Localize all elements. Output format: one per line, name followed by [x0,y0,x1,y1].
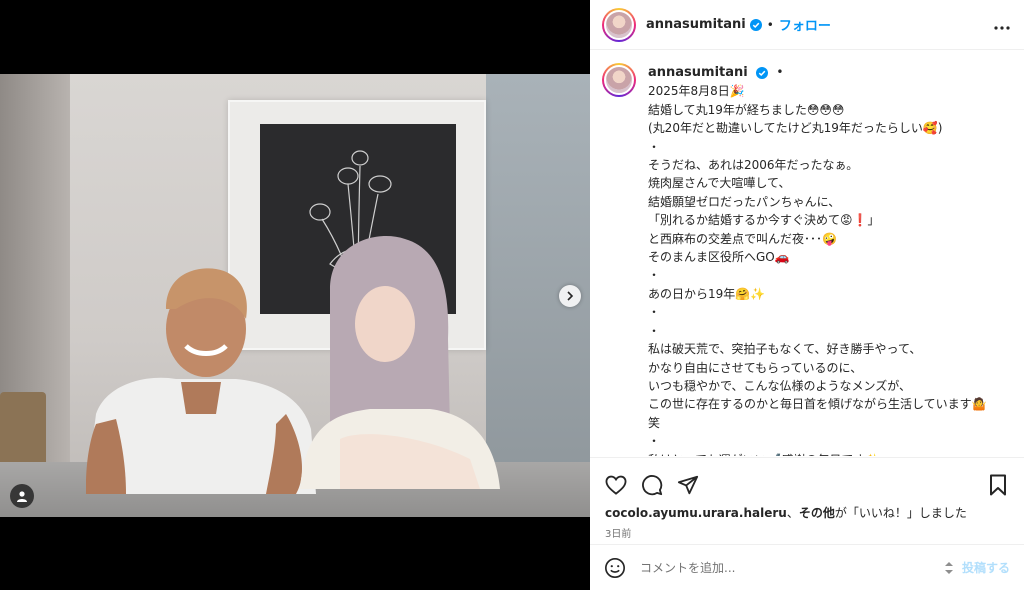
share-button[interactable] [676,473,700,497]
caption-line: ・ [648,305,661,320]
likes-separator: 、 [786,506,799,520]
caption-text: 2025年8月8日🎉 結婚して丸19年が経ちました😳😳😳 (丸20年だと勘違いしてた… [648,82,1008,456]
caption-line: 「別れるか結婚するか今すぐ決めて😡❗」 [648,213,880,228]
verified-badge-icon [755,66,768,79]
photo-woman [300,236,500,489]
emoji-icon[interactable] [604,557,626,579]
caption-line: と西麻布の交差点で叫んだ夜･･･🤪 [648,231,837,246]
likes-summary: cocolo.ayumu.urara.haleru、その他が「いいね！」しました [590,502,1024,521]
action-bar [590,458,1024,502]
caption-line: そのまんま区役所へGO🚗 [648,250,790,265]
like-button[interactable] [604,473,628,497]
caption-line: 2025年8月8日🎉 [648,84,745,99]
caption-line: 私はとっても運がいい💅感謝の毎日です✨ [648,451,1008,456]
more-options-button[interactable] [994,14,1010,35]
comment-button[interactable] [640,473,664,497]
verified-badge-icon [749,18,762,31]
caption-line: 笑 [648,415,661,430]
caption-line: ・ [648,139,661,154]
caption-line: (丸20年だと勘違いしてたけど丸19年だったらしい🥰) [648,121,943,136]
sort-arrows-icon [944,561,953,574]
caption-avatar-image [604,65,634,95]
photo-bag [0,392,46,472]
liked-by-username[interactable]: cocolo.ayumu.urara.haleru [605,506,787,520]
caption-line: あの日から19年🤗✨ [648,286,766,301]
next-photo-button[interactable] [559,285,581,307]
caption-username[interactable]: annasumitani [648,65,748,80]
caption-comment: annasumitani • 2025年8月8日🎉 結婚して丸19年が経ちました😳… [590,51,1024,456]
caption-line: そうだね、あれは2006年だったなぁ。 [648,158,859,173]
caption-line: ・ [648,434,661,449]
caption-line: ・ [648,268,661,283]
post-actions-section: cocolo.ayumu.urara.haleru、その他が「いいね！」しました… [590,457,1024,590]
caption-line: この世に存在するのかと毎日首を傾げながら生活しています🤷 [648,397,987,412]
caption-line: いつも穏やかで、こんな仏様のようなメンズが、 [648,378,912,393]
user-tag-button[interactable] [10,484,34,508]
caption-line: 結婚して丸19年が経ちました😳😳😳 [648,102,845,117]
caption-body: annasumitani • 2025年8月8日🎉 結婚して丸19年が経ちました😳… [648,63,1008,456]
author-avatar[interactable] [602,7,636,42]
header-separator: • [766,17,774,32]
heart-icon [605,475,627,495]
post-side-panel: annasumitani • フォロー annasumitani • 2025年… [590,0,1024,590]
liked-by-others-link[interactable]: その他 [799,506,835,520]
post-header: annasumitani • フォロー [590,0,1024,50]
save-button[interactable] [986,473,1010,497]
comment-composer: 投稿する [590,544,1024,590]
post-media [0,0,590,590]
caption-author-avatar[interactable] [602,63,636,97]
caption-separator: • [776,65,784,79]
caption-line: 焼肉屋さんで大喧嘩して、 [648,176,791,191]
comment-input[interactable] [640,560,942,575]
caption-header: annasumitani • [648,63,1008,82]
user-tag-icon [17,491,27,502]
post-comment-button[interactable]: 投稿する [962,559,1010,576]
caption-line: かなり自由にさせてもらっているのに、 [648,360,863,375]
caption-line: 結婚願望ゼロだったパンちゃんに、 [648,194,841,209]
bookmark-icon [990,474,1006,496]
more-icon [994,26,1010,30]
caption-scroll-area[interactable]: annasumitani • 2025年8月8日🎉 結婚して丸19年が経ちました😳… [590,51,1024,456]
send-icon [677,475,699,495]
photo-man [86,268,316,494]
author-avatar-image [604,9,634,40]
post-timestamp[interactable]: 3日前 [590,521,1024,544]
caption-line: ・ [648,323,661,338]
chevron-right-icon [567,291,574,301]
comment-icon [642,475,663,496]
post-photo[interactable] [0,74,590,517]
follow-button[interactable]: フォロー [779,15,831,34]
caption-line: 私は破天荒で、突拍子もなくて、好き勝手やって、 [648,342,922,357]
likes-suffix: が「いいね！」しました [834,506,967,520]
author-username[interactable]: annasumitani [646,17,746,32]
